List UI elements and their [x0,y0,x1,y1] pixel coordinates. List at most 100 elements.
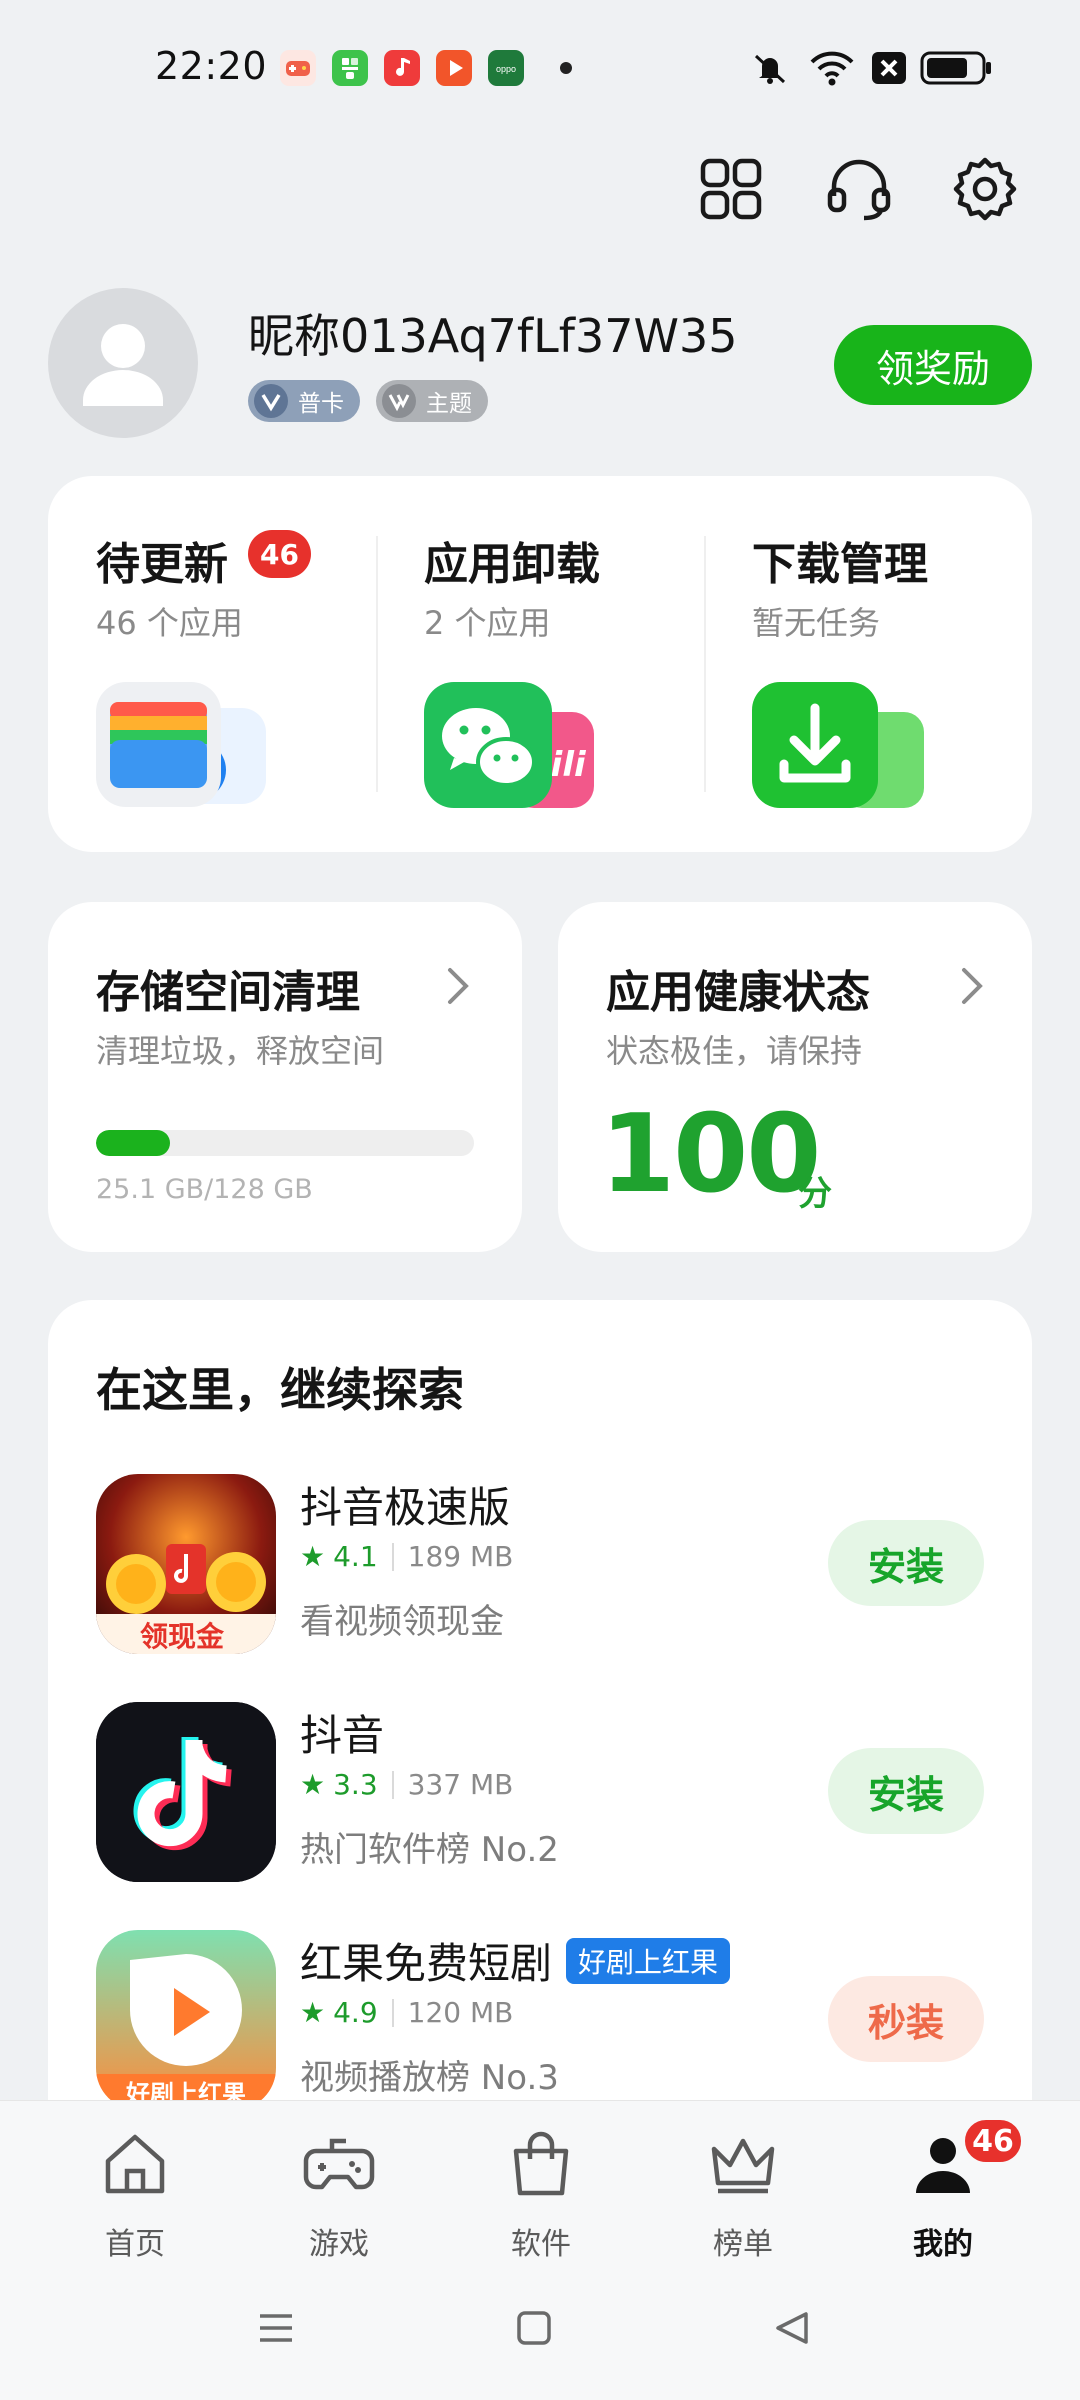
star-icon: ★ [300,1540,326,1573]
settings-button[interactable] [946,150,1024,228]
pending-updates-item[interactable]: 待更新 46 46 个应用 [48,476,376,852]
app-description: 看视频领现金 [300,1602,504,1642]
storage-progress-bar [96,1130,474,1156]
app-size: 337 MB [407,1768,514,1801]
vibrate-mute-icon [748,46,792,90]
sim-blocked-icon [870,50,908,86]
chevron-right-icon [444,962,472,1010]
app-rating: 4.9 [333,1996,378,2029]
oppo-app-icon: oppo [488,50,524,86]
status-time: 22:20 [155,44,268,88]
member-v-icon [254,384,288,418]
star-icon: ★ [300,1996,326,2029]
battery-icon [920,50,994,86]
app-description: 热门软件榜 No.2 [300,1830,559,1870]
svg-text:oppo: oppo [496,64,516,74]
app-meta: ★ 3.3 337 MB [300,1768,513,1801]
app-name: 抖音 [300,1702,384,1763]
quick-actions-card: 待更新 46 46 个应用 应用卸载 2 个应用 bili 下载管理 暂无任务 [48,476,1032,852]
theme-badge[interactable]: 主题 [376,380,488,422]
storage-cleanup-title: 存储空间清理 [96,967,360,1018]
app-name-text: 抖音极速版 [300,1483,511,1532]
app-name: 红果免费短剧 好剧上红果 [300,1930,731,1991]
back-button[interactable] [770,2306,814,2350]
tab-mine[interactable]: 46 我的 [868,2117,1024,2267]
app-rating: 3.3 [333,1768,378,1801]
chevron-right-icon [958,962,986,1010]
douyin-app-icon [96,1702,276,1882]
tab-rankings-label: 榜单 [713,2227,773,2262]
bottom-navigation: 首页 游戏 软件 榜单 46 我的 [0,2100,1080,2400]
uninstall-apps-item[interactable]: 应用卸载 2 个应用 bili [376,476,704,852]
theme-label: 主题 [426,391,472,417]
member-card-badge[interactable]: 普卡 [248,380,360,422]
meta-separator [391,1998,394,2027]
member-card-label: 普卡 [298,391,344,417]
health-score: 100 [600,1092,821,1217]
game-app-icon [280,50,316,86]
storage-cleanup-card[interactable]: 存储空间清理 清理垃圾，释放空间 25.1 GB/128 GB [48,902,522,1252]
recent-apps-button[interactable] [254,2306,298,2350]
app-name-text: 抖音 [300,1711,385,1760]
meta-separator [391,1542,394,1571]
crown-icon [711,2138,775,2194]
avatar[interactable] [48,288,198,438]
pending-updates-count: 46 个应用 [96,604,243,642]
headset-icon [827,159,891,221]
promo-tag: 好剧上红果 [566,1937,731,1984]
uninstall-apps-count: 2 个应用 [424,604,551,642]
home-button[interactable] [512,2306,556,2350]
star-icon: ★ [300,1768,326,1801]
shopping-bag-icon [513,2131,569,2196]
list-item[interactable]: 抖音 ★ 3.3 337 MB 热门软件榜 No.2 安装 [48,1702,1032,1902]
install-button[interactable]: 安装 [828,1520,984,1606]
tab-mine-label: 我的 [913,2227,973,2262]
status-bar: 22:20 oppo [0,0,1080,130]
theme-v-icon [382,384,416,418]
video-app-icon [436,50,472,86]
tab-games[interactable]: 游戏 [264,2127,414,2267]
quick-install-button[interactable]: 秒装 [828,1976,984,2062]
tab-home[interactable]: 首页 [60,2127,210,2267]
tab-rankings[interactable]: 榜单 [668,2127,818,2267]
menu-lines-icon [260,2314,292,2342]
app-name-text: 红果免费短剧 [300,1939,553,1988]
app-grid-icon [700,158,762,220]
storage-usage-text: 25.1 GB/128 GB [96,1174,313,1205]
app-meta: ★ 4.1 189 MB [300,1540,513,1573]
tab-software-label: 软件 [511,2227,571,2262]
nickname[interactable]: 昵称013Aq7fLf37W35 [248,300,738,366]
settings-gear-icon [953,157,1017,221]
list-item[interactable]: 领现金 抖音极速版 ★ 4.1 189 MB 看视频领现金 安装 [48,1474,1032,1674]
app-description: 视频播放榜 No.3 [300,2058,559,2098]
app-size: 120 MB [407,1996,514,2029]
square-icon [517,2311,551,2345]
download-manager-title: 下载管理 [752,539,928,590]
wifi-icon [808,46,856,90]
download-manager-item[interactable]: 下载管理 暂无任务 [704,476,1032,852]
pending-updates-title: 待更新 [96,539,228,590]
douyin-lite-app-icon: 领现金 [96,1474,276,1654]
icon-text: 领现金 [140,1620,225,1653]
notification-more-dot [560,62,572,74]
update-count-badge: 46 [248,530,311,578]
app-name: 抖音极速版 [300,1474,510,1535]
default-avatar-icon [83,324,163,406]
install-button[interactable]: 安装 [828,1748,984,1834]
explore-card: 在这里，继续探索 领现金 抖音极速版 ★ 4.1 189 MB 看视频领现金 安… [48,1300,1032,2160]
app-health-card[interactable]: 应用健康状态 状态极佳，请保持 100 分 [558,902,1032,1252]
explore-title: 在这里，继续探索 [96,1363,464,1417]
hongguo-app-icon: 好剧上红果 [96,1930,276,2110]
app-grid-button[interactable] [692,150,770,228]
app-meta: ★ 4.9 120 MB [300,1996,513,2029]
download-status: 暂无任务 [752,604,881,642]
wallet-app-icon [96,682,276,812]
meta-separator [391,1770,394,1799]
tab-software[interactable]: 软件 [466,2127,616,2267]
claim-reward-button[interactable]: 领奖励 [834,325,1032,405]
customer-service-button[interactable] [820,150,898,228]
storage-cleanup-subtitle: 清理垃圾，释放空间 [96,1032,385,1070]
gamepad-icon [303,2138,375,2190]
app-health-subtitle: 状态极佳，请保持 [606,1032,863,1070]
home-icon [105,2134,165,2194]
